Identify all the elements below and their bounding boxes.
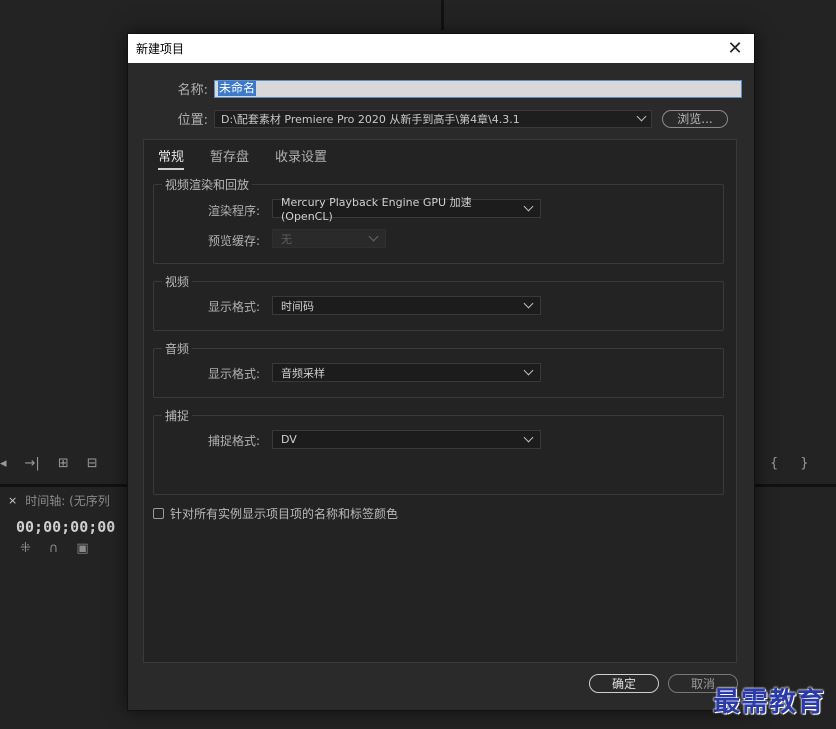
group-title: 视频 — [162, 273, 193, 290]
location-value: D:\配套素材 Premiere Pro 2020 从新手到高手\第4章\4.3… — [221, 112, 520, 126]
capture-format-dropdown[interactable]: DV — [272, 430, 541, 449]
timeline-tools: ⁜ ∩ ▣ — [20, 541, 89, 556]
browse-button[interactable]: 浏览... — [662, 109, 728, 128]
audio-display-format-label: 显示格式: — [208, 367, 261, 381]
program-monitor-toolbar: ◂ →| ⊞ ⊟ — [0, 451, 98, 475]
preview-cache-dropdown: 无 — [272, 229, 386, 248]
location-dropdown[interactable]: D:\配套素材 Premiere Pro 2020 从新手到高手\第4章\4.3… — [214, 109, 652, 128]
name-label: 名称: — [177, 83, 208, 98]
video-display-format-label: 显示格式: — [208, 300, 261, 314]
chevron-down-icon — [368, 231, 379, 242]
preview-cache-label: 预览缓存: — [208, 234, 261, 248]
render-playback-group: 视频渲染和回放 渲染程序: Mercury Playback Engine GP… — [153, 176, 724, 264]
chevron-down-icon — [523, 298, 534, 309]
capture-format-value: DV — [281, 433, 297, 446]
name-field[interactable]: 未命名 — [214, 79, 742, 98]
audio-display-format-value: 音频采样 — [281, 366, 325, 380]
program-monitor-toolbar-right: { } — [770, 451, 809, 475]
timeline-panel-tab[interactable]: × 时间轴: (无序列 — [8, 492, 110, 509]
capture-group: 捕捉 捕捉格式: DV — [153, 407, 724, 495]
video-display-format-dropdown[interactable]: 时间码 — [272, 296, 541, 315]
panel-divider-vertical — [441, 0, 444, 30]
ok-button[interactable]: 确定 — [589, 674, 659, 693]
location-row: 位置: D:\配套素材 Premiere Pro 2020 从新手到高手\第4章… — [174, 109, 728, 128]
chevron-down-icon — [523, 201, 534, 212]
add-marker-icon[interactable]: ▣ — [76, 541, 88, 556]
close-icon[interactable]: × — [8, 494, 17, 507]
lift-icon[interactable]: ⊞ — [58, 456, 69, 471]
location-label: 位置: — [177, 113, 208, 128]
watermark: 最需教育 — [713, 687, 825, 718]
name-row: 名称: 未命名 — [174, 79, 742, 98]
chevron-down-icon — [523, 432, 534, 443]
close-icon: ✕ — [727, 38, 743, 59]
new-project-dialog: 新建项目 ✕ 名称: 未命名 位置: D:\配套素材 Premiere Pro … — [127, 33, 755, 711]
chevron-down-icon — [523, 365, 534, 376]
audio-display-format-dropdown[interactable]: 音频采样 — [272, 363, 541, 382]
group-title: 音频 — [162, 340, 193, 357]
chevron-down-icon — [636, 111, 647, 122]
video-group: 视频 显示格式: 时间码 — [153, 273, 724, 331]
video-display-format-value: 时间码 — [281, 299, 314, 313]
dialog-titlebar: 新建项目 ✕ — [128, 34, 754, 63]
go-to-out-icon[interactable]: →| — [25, 456, 40, 471]
tab-scratch-disks[interactable]: 暂存盘 — [210, 146, 249, 170]
linked-selection-icon[interactable]: ∩ — [49, 541, 59, 556]
group-title: 视频渲染和回放 — [162, 176, 253, 193]
show-label-color-checkbox[interactable] — [153, 508, 164, 519]
renderer-label: 渲染程序: — [208, 204, 261, 218]
capture-format-label: 捕捉格式: — [208, 434, 261, 448]
tab-ingest-settings[interactable]: 收录设置 — [275, 146, 327, 170]
dialog-title: 新建项目 — [136, 42, 185, 56]
tab-bar: 常规 暂存盘 收录设置 — [158, 146, 327, 170]
panel-divider-lower — [753, 484, 836, 487]
close-button[interactable]: ✕ — [722, 36, 748, 62]
name-value: 未命名 — [218, 81, 257, 96]
snap-icon[interactable]: ⁜ — [20, 541, 31, 556]
audio-group: 音频 显示格式: 音频采样 — [153, 340, 724, 398]
renderer-value: Mercury Playback Engine GPU 加速 (OpenCL) — [281, 196, 472, 223]
renderer-dropdown[interactable]: Mercury Playback Engine GPU 加速 (OpenCL) — [272, 196, 541, 223]
mark-out-icon[interactable]: } — [800, 456, 808, 471]
step-back-icon[interactable]: ◂ — [0, 456, 7, 471]
timeline-timecode[interactable]: 00;00;00;00 — [16, 518, 115, 536]
show-label-color-label: 针对所有实例显示项目项的名称和标签颜色 — [170, 507, 399, 521]
preview-cache-value: 无 — [281, 232, 292, 246]
group-title: 捕捉 — [162, 407, 193, 424]
settings-panel: 常规 暂存盘 收录设置 视频渲染和回放 渲染程序: Mercury Playba… — [143, 139, 737, 663]
extract-icon[interactable]: ⊟ — [87, 456, 98, 471]
show-label-color-option[interactable]: 针对所有实例显示项目项的名称和标签颜色 — [153, 505, 398, 522]
tab-general[interactable]: 常规 — [158, 146, 185, 170]
mark-in-icon[interactable]: { — [770, 456, 778, 471]
timeline-tab-label: 时间轴: (无序列 — [25, 494, 110, 508]
